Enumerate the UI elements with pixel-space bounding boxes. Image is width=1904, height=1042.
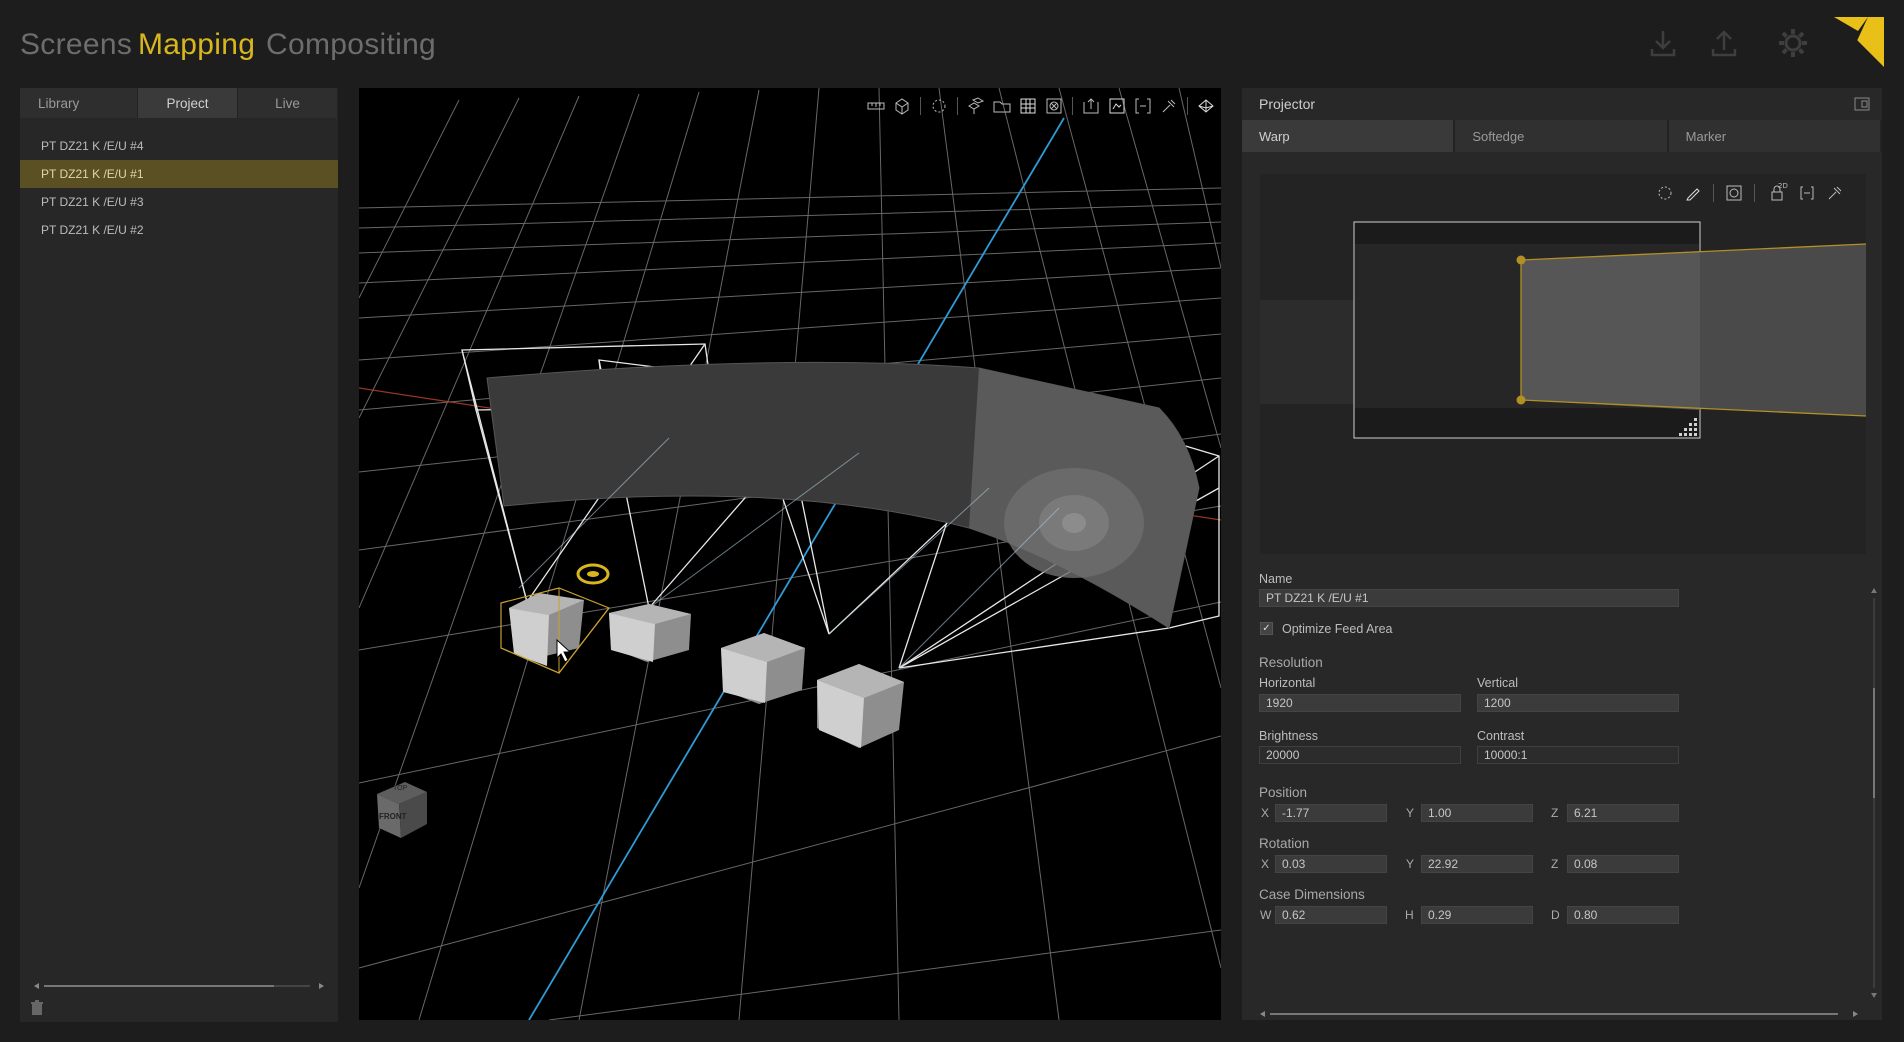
vertical-scrollbar[interactable] bbox=[1870, 588, 1878, 998]
tab-warp[interactable]: Warp bbox=[1242, 120, 1456, 152]
cube-top-label: TOP bbox=[393, 785, 408, 792]
warp-preview[interactable]: 2D bbox=[1260, 174, 1866, 554]
name-input[interactable]: PT DZ21 K /E/U #1 bbox=[1259, 589, 1679, 607]
case-d-label: D bbox=[1551, 908, 1560, 922]
rotation-x-label: X bbox=[1261, 857, 1270, 871]
case-height-input[interactable]: 0.29 bbox=[1421, 906, 1533, 924]
tab-live[interactable]: Live bbox=[238, 88, 338, 118]
list-item[interactable]: PT DZ21 K /E/U #2 bbox=[20, 216, 338, 244]
rotation-z-label: Z bbox=[1551, 857, 1559, 871]
case-depth-input[interactable]: 0.80 bbox=[1567, 906, 1679, 924]
measure-icon[interactable] bbox=[1824, 182, 1846, 204]
list-item[interactable]: PT DZ21 K /E/U #3 bbox=[20, 188, 338, 216]
app-logo bbox=[1834, 17, 1884, 67]
upload-icon[interactable] bbox=[1707, 26, 1741, 60]
contrast-input[interactable]: 10000:1 bbox=[1477, 746, 1679, 764]
bracket-icon[interactable] bbox=[1132, 95, 1154, 117]
frame-icon[interactable] bbox=[1106, 95, 1128, 117]
panel-layout-icon[interactable] bbox=[1854, 96, 1870, 112]
tab-marker[interactable]: Marker bbox=[1668, 120, 1882, 152]
position-z-label: Z bbox=[1551, 806, 1559, 820]
target-icon[interactable] bbox=[1043, 95, 1065, 117]
export-icon[interactable] bbox=[1080, 95, 1102, 117]
horizontal-scrollbar[interactable] bbox=[34, 976, 324, 989]
lock-mode-label: 2D bbox=[1778, 182, 1788, 190]
folder-icon[interactable] bbox=[991, 95, 1013, 117]
trash-icon[interactable] bbox=[30, 1000, 44, 1016]
brightness-input[interactable]: 20000 bbox=[1259, 746, 1461, 764]
vertical-resolution-input[interactable]: 1200 bbox=[1477, 694, 1679, 712]
cubes-icon[interactable] bbox=[965, 95, 987, 117]
orientation-cube[interactable]: TOP FRONT bbox=[373, 778, 439, 842]
brightness-label: Brightness bbox=[1259, 729, 1319, 743]
right-panel: Projector Warp Softedge Marker 2D Name P… bbox=[1242, 88, 1882, 1020]
top-navigation: Screens Mapping Compositing bbox=[0, 0, 1904, 88]
ruler-icon[interactable] bbox=[865, 95, 887, 117]
left-tabs: Library Project Live bbox=[20, 88, 338, 118]
3d-scene bbox=[359, 88, 1221, 1020]
horizontal-resolution-input[interactable]: 1920 bbox=[1259, 694, 1461, 712]
case-width-input[interactable]: 0.62 bbox=[1275, 906, 1387, 924]
nav-mapping[interactable]: Mapping bbox=[138, 28, 255, 62]
grid-icon[interactable] bbox=[1017, 95, 1039, 117]
rotate-icon[interactable] bbox=[1654, 182, 1676, 204]
position-x-input[interactable]: -1.77 bbox=[1275, 804, 1387, 822]
nav-compositing[interactable]: Compositing bbox=[266, 28, 436, 62]
tab-library[interactable]: Library bbox=[20, 88, 138, 118]
download-icon[interactable] bbox=[1646, 26, 1680, 60]
rotate-icon[interactable] bbox=[928, 95, 950, 117]
vertical-label: Vertical bbox=[1477, 676, 1518, 690]
panel-title: Projector bbox=[1259, 96, 1316, 112]
position-z-input[interactable]: 6.21 bbox=[1567, 804, 1679, 822]
rotation-y-label: Y bbox=[1406, 857, 1415, 871]
transform-icon[interactable] bbox=[891, 95, 913, 117]
position-y-input[interactable]: 1.00 bbox=[1421, 804, 1533, 822]
name-label: Name bbox=[1259, 572, 1293, 586]
pencil-icon[interactable] bbox=[1682, 182, 1704, 204]
panel-header: Projector bbox=[1242, 88, 1882, 120]
case-w-label: W bbox=[1260, 908, 1272, 922]
warp-toolbar: 2D bbox=[1654, 182, 1846, 204]
nav-screens[interactable]: Screens bbox=[20, 28, 132, 62]
rotation-y-input[interactable]: 22.92 bbox=[1421, 855, 1533, 873]
bracket-icon[interactable] bbox=[1796, 182, 1818, 204]
rotation-x-input[interactable]: 0.03 bbox=[1275, 855, 1387, 873]
measure-icon[interactable] bbox=[1158, 95, 1180, 117]
projector-tabs: Warp Softedge Marker bbox=[1242, 120, 1882, 152]
left-panel: Library Project Live PT DZ21 K /E/U #4 P… bbox=[20, 88, 338, 1022]
contrast-label: Contrast bbox=[1477, 729, 1525, 743]
list-item[interactable]: PT DZ21 K /E/U #1 bbox=[20, 160, 338, 188]
tab-project[interactable]: Project bbox=[138, 88, 238, 118]
optimize-feed-label: Optimize Feed Area bbox=[1282, 622, 1393, 636]
position-section-title: Position bbox=[1259, 785, 1308, 800]
projector-list: PT DZ21 K /E/U #4 PT DZ21 K /E/U #1 PT D… bbox=[20, 132, 338, 244]
gear-icon[interactable] bbox=[1776, 26, 1810, 60]
cube-front-label: FRONT bbox=[379, 812, 407, 821]
lock-icon[interactable]: 2D bbox=[1764, 182, 1790, 204]
tab-softedge[interactable]: Softedge bbox=[1455, 120, 1669, 152]
target-icon[interactable] bbox=[1723, 182, 1745, 204]
viewport-toolbar bbox=[865, 94, 1217, 118]
rotation-z-input[interactable]: 0.08 bbox=[1567, 855, 1679, 873]
horizontal-scrollbar[interactable] bbox=[1260, 1004, 1858, 1017]
resolution-section-title: Resolution bbox=[1259, 655, 1323, 670]
list-item[interactable]: PT DZ21 K /E/U #4 bbox=[20, 132, 338, 160]
position-y-label: Y bbox=[1406, 806, 1415, 820]
optimize-feed-checkbox[interactable]: ✓ bbox=[1260, 622, 1273, 635]
rotation-section-title: Rotation bbox=[1259, 836, 1310, 851]
3d-viewport[interactable]: TOP FRONT bbox=[359, 88, 1221, 1020]
case-h-label: H bbox=[1405, 908, 1414, 922]
case-dimensions-section-title: Case Dimensions bbox=[1259, 887, 1365, 902]
wireframe-icon[interactable] bbox=[1195, 95, 1217, 117]
horizontal-label: Horizontal bbox=[1259, 676, 1316, 690]
warp-canvas bbox=[1260, 221, 1866, 439]
position-x-label: X bbox=[1261, 806, 1270, 820]
